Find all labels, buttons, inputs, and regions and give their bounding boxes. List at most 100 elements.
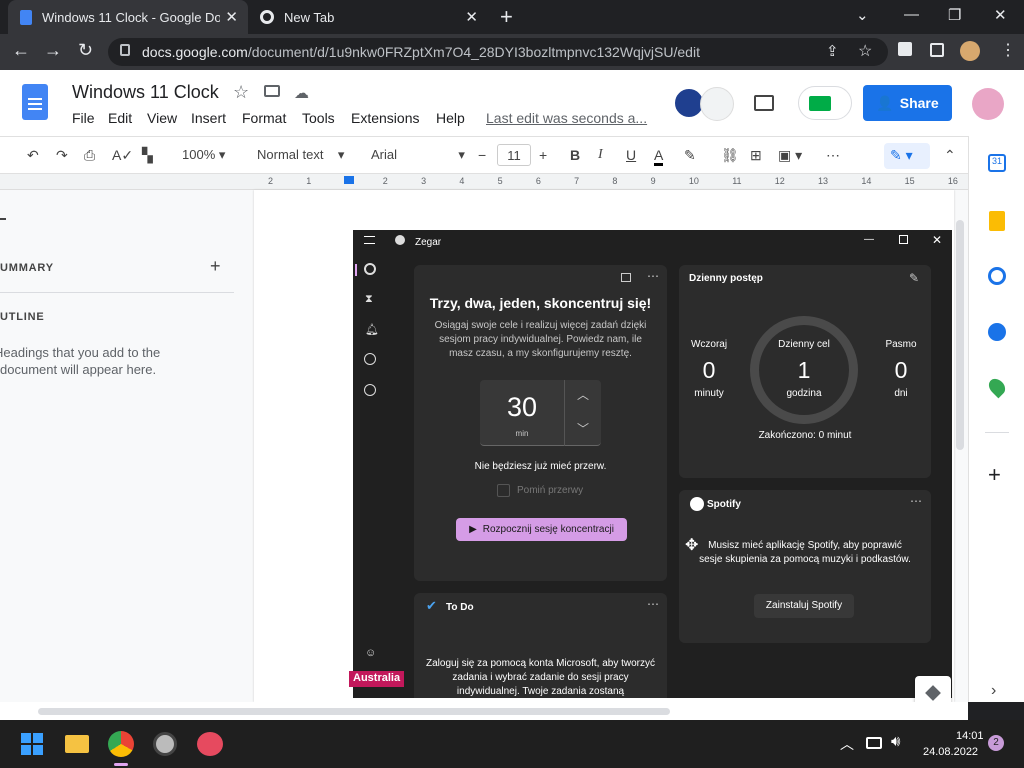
document-title[interactable]: Windows 11 Clock (72, 82, 219, 103)
daily-title: Dzienny postęp (689, 273, 763, 284)
menu-file[interactable]: File (72, 110, 95, 126)
streak-label: Pasmo (885, 339, 917, 350)
last-edit-link[interactable]: Last edit was seconds a... (486, 110, 647, 126)
new-tab-button[interactable]: + (500, 4, 513, 30)
zoom-select[interactable]: 100% ▾ (182, 147, 225, 163)
bookmark-star-icon[interactable]: ☆ (858, 41, 872, 61)
italic-button[interactable]: I (598, 147, 603, 163)
chevron-up-icon[interactable]: ⌃ (944, 147, 956, 164)
horizontal-scrollbar[interactable] (0, 702, 968, 720)
close-icon[interactable]: ✕ (225, 8, 238, 26)
minutes-value: 30 (506, 392, 538, 422)
highlight-icon[interactable]: ✎ (684, 147, 696, 164)
ruler: 2112345678910111213141516 (0, 174, 968, 190)
taskbar-time[interactable]: 14:01 (956, 730, 984, 742)
extensions-icon[interactable] (898, 42, 912, 56)
back-button[interactable]: ← (12, 40, 30, 61)
compact-view-icon (621, 273, 631, 282)
indent-marker-icon[interactable] (344, 176, 354, 184)
chevron-right-icon[interactable]: › (991, 682, 996, 700)
clock-taskbar-icon[interactable] (153, 732, 177, 756)
decrease-font-button[interactable]: − (478, 147, 486, 163)
link-icon[interactable]: ⛓ (721, 147, 739, 164)
chat-avatar[interactable] (700, 87, 734, 121)
tab-docs[interactable]: Windows 11 Clock - Google Docs ✕ (8, 0, 248, 34)
increase-font-button[interactable]: + (539, 147, 547, 163)
menu-dots-icon[interactable]: ⋮ (1000, 40, 1016, 60)
editing-mode-button[interactable]: ✎ ▾ (884, 143, 930, 169)
share-button[interactable]: 👤 Share (863, 85, 952, 121)
style-select[interactable]: Normal text ▾ (257, 147, 344, 163)
side-panel-icon[interactable] (930, 43, 944, 57)
spellcheck-icon[interactable]: A✓ (112, 147, 133, 164)
windows-start-icon[interactable] (21, 733, 43, 755)
undo-icon[interactable]: ↶ (27, 147, 39, 164)
summary-heading: UMMARY (0, 262, 54, 274)
more-icon[interactable]: ⋯ (826, 147, 840, 164)
underline-button[interactable]: U (626, 147, 636, 163)
account-avatar[interactable] (972, 88, 1004, 120)
menu-insert[interactable]: Insert (191, 110, 226, 126)
menu-tools[interactable]: Tools (302, 110, 335, 126)
menu-extensions[interactable]: Extensions (351, 110, 419, 126)
redo-icon[interactable]: ↷ (56, 147, 68, 164)
font-select[interactable]: Arial ▾ (371, 147, 465, 163)
address-bar[interactable]: docs.google.com/document/d/1u9nkw0FRZptX… (108, 38, 888, 66)
bold-button[interactable]: B (570, 147, 580, 163)
contacts-icon[interactable] (988, 323, 1006, 341)
close-icon[interactable]: ✕ (465, 8, 478, 26)
docs-logo-icon[interactable] (22, 84, 48, 120)
volume-icon[interactable]: 🔊︎ (891, 733, 900, 750)
add-person-icon: 👤 (876, 94, 894, 111)
calendar-icon[interactable]: 31 (988, 154, 1006, 172)
paint-format-icon[interactable]: ▚ (142, 147, 153, 164)
comments-icon[interactable] (754, 95, 774, 111)
cloud-status-icon[interactable]: ☁ (294, 84, 309, 102)
clock-maximize-icon (899, 235, 908, 244)
chrome-taskbar-icon[interactable] (108, 731, 134, 757)
back-arrow-icon[interactable] (0, 218, 6, 220)
snipping-tool-icon[interactable] (197, 732, 223, 756)
menu-format[interactable]: Format (242, 110, 286, 126)
notification-badge[interactable]: 2 (988, 735, 1004, 751)
add-comment-icon[interactable]: ⊞ (750, 147, 762, 164)
menu-view[interactable]: View (147, 110, 177, 126)
add-summary-button[interactable]: + (210, 256, 221, 277)
taskbar-date[interactable]: 24.08.2022 (923, 746, 978, 758)
reload-button[interactable]: ↻ (78, 40, 93, 61)
menu-help[interactable]: Help (436, 110, 465, 126)
completed-text: Zakończono: 0 minut (758, 430, 852, 441)
scrollbar-thumb[interactable] (38, 708, 670, 715)
forward-button[interactable]: → (44, 40, 62, 61)
add-addon-icon[interactable]: + (988, 462, 1001, 488)
close-window-button[interactable]: ✕ (994, 6, 1007, 24)
vertical-scrollbar[interactable] (956, 220, 964, 450)
print-icon[interactable]: ⎙ (84, 147, 95, 164)
chevron-down-icon[interactable]: ⌄ (856, 6, 869, 24)
tab-new-tab[interactable]: New Tab ✕ (252, 0, 488, 34)
network-icon[interactable] (866, 737, 882, 749)
text-color-button[interactable]: A (654, 147, 664, 166)
tasks-icon[interactable] (988, 267, 1006, 285)
account-nav-icon: ☺ (365, 647, 377, 659)
minimize-button[interactable]: — (904, 6, 919, 23)
restore-button[interactable]: ❐ (948, 6, 961, 24)
star-icon[interactable]: ☆ (233, 82, 249, 103)
ruler-number: 6 (535, 176, 541, 186)
menu-edit[interactable]: Edit (108, 110, 132, 126)
font-size-input[interactable]: 11 (497, 144, 531, 166)
meet-button[interactable] (798, 86, 852, 120)
file-explorer-icon[interactable] (65, 735, 89, 753)
keep-icon[interactable] (989, 211, 1005, 231)
profile-avatar[interactable] (960, 41, 980, 61)
maps-icon[interactable] (985, 375, 1009, 399)
todo-check-icon: ✔ (426, 598, 437, 613)
url-domain: docs.google.com (142, 44, 248, 60)
chevron-up-icon[interactable]: ︿ (840, 734, 854, 754)
move-folder-icon[interactable] (264, 85, 280, 97)
tab-title: Windows 11 Clock - Google Docs (42, 9, 220, 25)
world-clock-nav-icon (364, 384, 376, 396)
share-page-icon[interactable]: ⇪ (826, 42, 839, 60)
insert-image-icon[interactable]: ▣ ▾ (778, 147, 802, 164)
stepper-divider (564, 380, 565, 446)
